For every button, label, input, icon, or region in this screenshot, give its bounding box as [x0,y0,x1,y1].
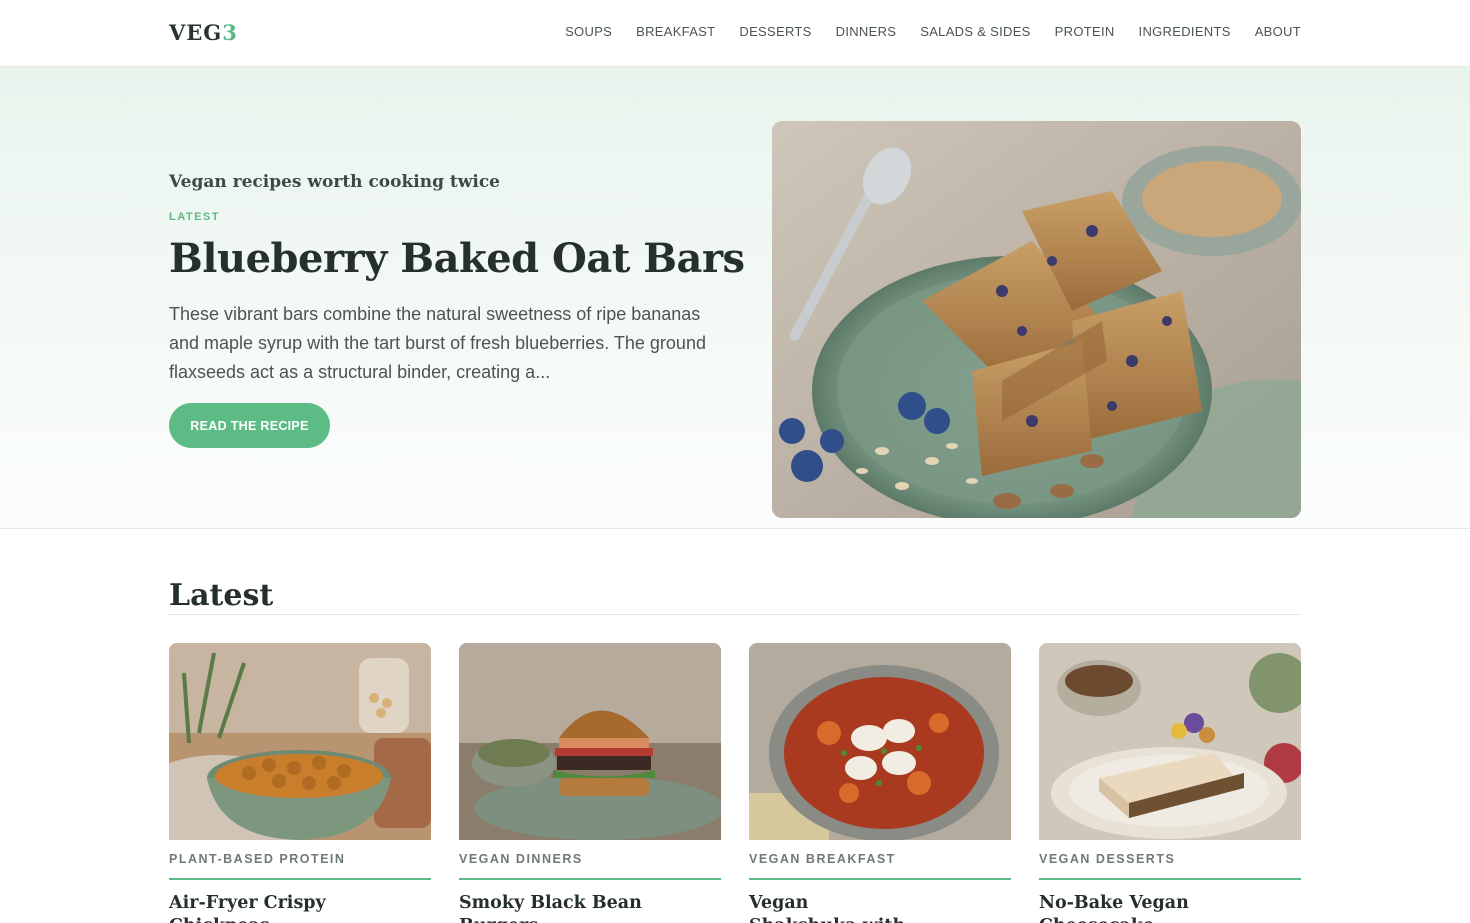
hero-title[interactable]: Blueberry Baked Oat Bars [169,235,745,282]
hero-section: Vegan recipes worth cooking twice LATEST… [0,67,1470,529]
nav-about[interactable]: ABOUT [1255,24,1301,39]
nav-protein[interactable]: PROTEIN [1055,24,1115,39]
nav-ingredients[interactable]: INGREDIENTS [1139,24,1231,39]
main-nav: SOUPS BREAKFAST DESSERTS DINNERS SALADS … [565,24,1301,39]
divider [1039,878,1301,880]
nav-salads-sides[interactable]: SALADS & SIDES [920,24,1030,39]
nav-soups[interactable]: SOUPS [565,24,612,39]
hero-image[interactable] [772,121,1301,518]
recipe-title[interactable]: Air-Fryer Crispy Chickpeas [169,892,431,923]
hero-kicker: LATEST [169,211,220,223]
recipe-card[interactable]: VEGAN DINNERS Smoky Black Bean Burgers [459,643,721,923]
site-header: VEG3 SOUPS BREAKFAST DESSERTS DINNERS SA… [0,0,1470,67]
recipe-category[interactable]: VEGAN DESSERTS [1039,852,1301,866]
recipe-title[interactable]: No-Bake Vegan Cheesecake [1039,892,1301,923]
recipe-card[interactable]: VEGAN BREAKFAST Vegan Shakshuka with Sil… [749,643,1011,923]
divider [459,878,721,880]
read-recipe-button[interactable]: READ THE RECIPE [169,403,330,448]
recipe-card[interactable]: PLANT-BASED PROTEIN Air-Fryer Crispy Chi… [169,643,431,923]
nav-breakfast[interactable]: BREAKFAST [636,24,715,39]
recipe-category[interactable]: VEGAN BREAKFAST [749,852,1011,866]
site-logo[interactable]: VEG3 [169,20,238,45]
divider [169,614,1301,615]
recipe-title[interactable]: Vegan Shakshuka with Silken Tofu [749,892,919,923]
nav-desserts[interactable]: DESSERTS [739,24,811,39]
recipe-category[interactable]: PLANT-BASED PROTEIN [169,852,431,866]
nav-dinners[interactable]: DINNERS [836,24,897,39]
latest-heading: Latest [169,578,274,613]
recipe-thumbnail[interactable] [169,643,431,840]
recipe-thumbnail[interactable] [1039,643,1301,840]
recipe-thumbnail[interactable] [749,643,1011,840]
divider [169,878,431,880]
divider [749,878,1011,880]
recipe-card[interactable]: VEGAN DESSERTS No-Bake Vegan Cheesecake [1039,643,1301,923]
hero-description: These vibrant bars combine the natural s… [169,304,706,382]
recipe-thumbnail[interactable] [459,643,721,840]
site-tagline: Vegan recipes worth cooking twice [169,172,501,192]
recipe-category[interactable]: VEGAN DINNERS [459,852,721,866]
recipe-title[interactable]: Smoky Black Bean Burgers [459,892,721,923]
